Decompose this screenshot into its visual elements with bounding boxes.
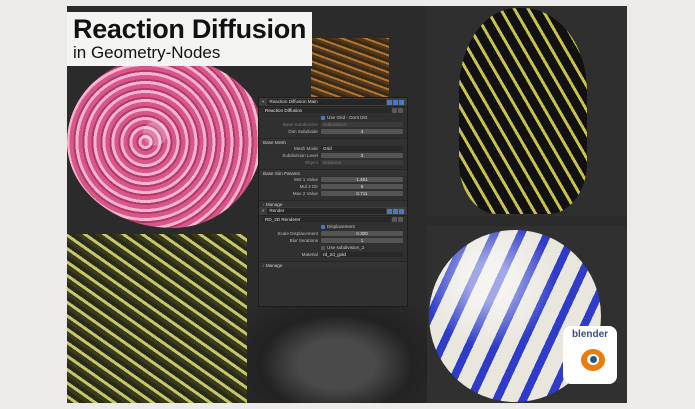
section-manage-2[interactable]: › Manage — [259, 261, 407, 268]
scale-disp-field[interactable]: 0.300 — [321, 230, 403, 237]
title-banner: Reaction Diffusion in Geometry-Nodes — [67, 12, 313, 66]
modifier-panel: ▾ Reaction Diffusion Main Reaction Diffu… — [258, 97, 408, 307]
section-base-mesh[interactable]: Base Mesh — [259, 138, 407, 145]
viewport-icon-2[interactable] — [393, 208, 398, 214]
shield-icon-2[interactable] — [392, 217, 397, 222]
subdiv-level-field[interactable]: 3 — [321, 152, 403, 159]
blur-label: Blur Iterations — [289, 238, 318, 243]
render-icon-2[interactable] — [399, 208, 404, 214]
mul1-row: Mul 1 Value 1.451 — [259, 176, 407, 183]
scale-disp-row: Scale Displacement 0.300 — [259, 230, 407, 237]
close-icon-2[interactable] — [398, 217, 403, 222]
coral-sphere-render — [67, 56, 263, 228]
dim-sub-label: Dim Subdivide — [288, 129, 318, 134]
subdiv-level-row: Subdivision Level 3 — [259, 152, 407, 159]
max2-label: Max 2 Value — [292, 191, 318, 196]
head-stripes-render — [427, 6, 627, 216]
section-manage-1[interactable]: › Manage — [259, 200, 407, 207]
node-group-field[interactable]: Reaction Diffusion — [263, 107, 391, 114]
flat-stripes-render — [67, 234, 247, 403]
dim-sub-row: Dim Subdivide 4 — [259, 128, 407, 135]
max2-field[interactable]: 0.711 — [321, 190, 403, 197]
blender-logo-icon — [575, 343, 605, 373]
use-grid-checkbox[interactable] — [321, 115, 325, 120]
base-sub-label: Base Subdivision — [282, 122, 318, 127]
use-grid-row: Use Grid - Dont Dirt — [259, 114, 407, 121]
mul1-label: Mul 1 Value — [294, 177, 318, 182]
collapse-arrow-icon-2[interactable]: ▾ — [262, 208, 264, 214]
blender-logo: blender — [563, 326, 617, 384]
material-row: Material rd_2d_gold — [259, 251, 407, 258]
displacement-checkbox[interactable] — [321, 224, 325, 229]
shield-icon[interactable] — [392, 108, 397, 113]
mesh-mode-label: Mesh Mode — [293, 146, 318, 151]
node-group-row: Reaction Diffusion — [259, 107, 407, 114]
blender-logo-text: blender — [571, 329, 609, 340]
scale-disp-label: Scale Displacement — [277, 231, 318, 236]
subdiv-level-label: Subdivision Level — [282, 153, 318, 158]
material-label: Material — [301, 252, 318, 257]
modifier-header[interactable]: ▾ Reaction Diffusion Main — [259, 98, 407, 107]
render-node-group-field[interactable]: RD_2D Renderer — [263, 216, 391, 223]
use-sub-checkbox[interactable] — [321, 245, 325, 250]
edit-mode-icon-2[interactable] — [387, 208, 392, 214]
render-modifier-header[interactable]: ▾ Render — [259, 207, 407, 216]
displacement-label: Displacement — [327, 224, 355, 229]
page-subtitle: in Geometry-Nodes — [73, 43, 221, 62]
use-grid-label: Use Grid - Dont Dirt — [327, 115, 368, 120]
mul1-field[interactable]: 1.451 — [321, 176, 403, 183]
object-field[interactable]: Suzanne — [321, 159, 403, 166]
collapse-arrow-icon[interactable]: ▾ — [262, 99, 264, 105]
viewport-icon[interactable] — [393, 99, 398, 105]
render-modifier-name[interactable]: Render — [267, 208, 386, 214]
modifier-name-field[interactable]: Reaction Diffusion Main — [267, 99, 386, 105]
close-icon[interactable] — [398, 108, 403, 113]
render-icon[interactable] — [399, 99, 404, 105]
render-node-group-row: RD_2D Renderer — [259, 216, 407, 223]
object-label: Object — [304, 160, 318, 165]
base-sub-row: Base Subdivision Subdivision — [259, 121, 407, 128]
mul2-field[interactable]: 6 — [321, 183, 403, 190]
dim-sub-field[interactable]: 4 — [321, 128, 403, 135]
mul2-label: Mul 2 Dir — [299, 184, 318, 189]
page-title: Reaction Diffusion — [73, 14, 307, 44]
edit-mode-icon[interactable] — [387, 99, 392, 105]
mesh-mode-dropdown[interactable]: Grid — [321, 145, 403, 152]
use-sub-row: Use subdivision_2 — [259, 244, 407, 251]
base-sub-field[interactable]: Subdivision — [321, 121, 403, 128]
blur-field[interactable]: 1 — [321, 237, 403, 244]
max2-row: Max 2 Value 0.711 — [259, 190, 407, 197]
dark-head-render — [247, 306, 427, 403]
mesh-mode-row: Mesh Mode Grid — [259, 145, 407, 152]
blur-row: Blur Iterations 1 — [259, 237, 407, 244]
mul2-row: Mul 2 Dir 6 — [259, 183, 407, 190]
displacement-row: Displacement — [259, 223, 407, 230]
head-shape — [459, 8, 587, 214]
section-base-sim[interactable]: Base Sim Params — [259, 169, 407, 176]
use-sub-label: Use subdivision_2 — [327, 245, 365, 250]
material-field[interactable]: rd_2d_gold — [321, 251, 403, 258]
object-row: Object Suzanne — [259, 159, 407, 166]
